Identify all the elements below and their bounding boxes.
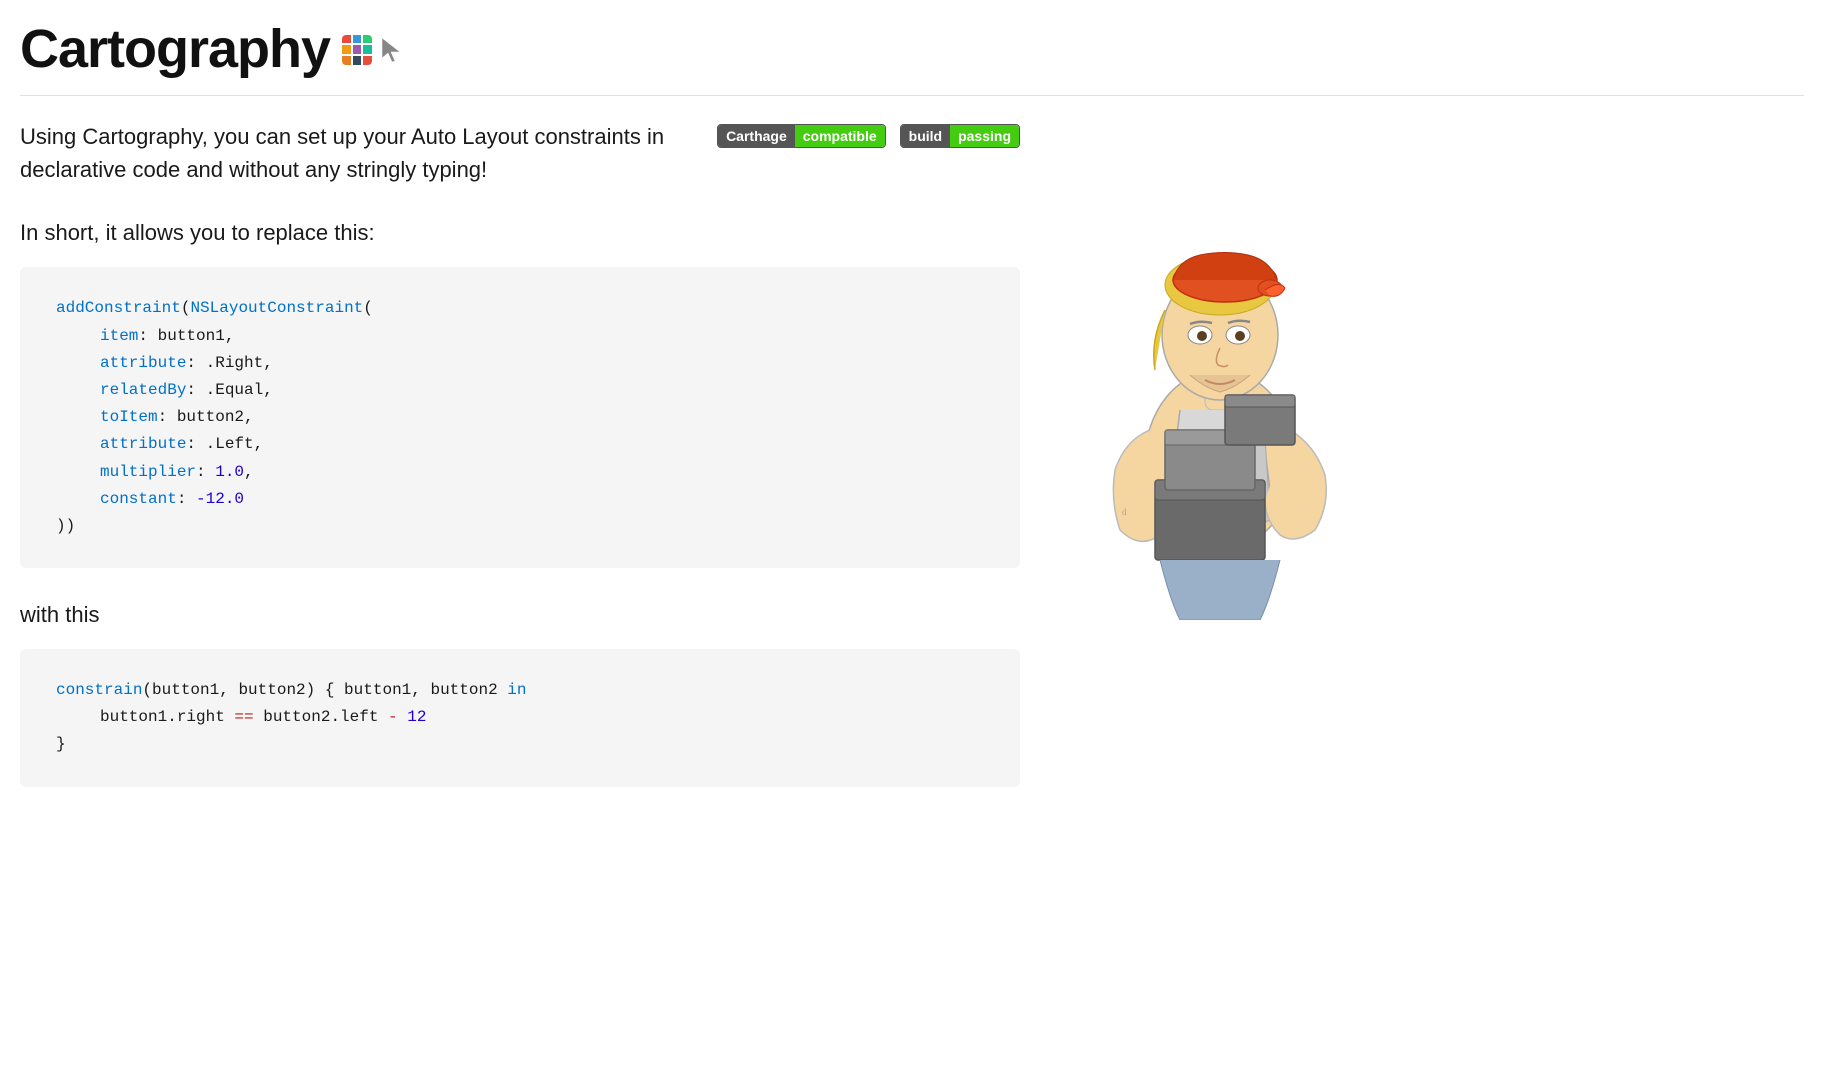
code-line: button1.right == button2.left - 12 [56,704,984,731]
svg-text:d: d [1122,507,1127,517]
code-keyword: toItem [100,408,158,426]
code-text: : button1, [138,327,234,345]
code-number: 1.0 [215,463,244,481]
code-keyword: attribute [100,354,186,372]
code-keyword: item [100,327,138,345]
code-line: constant: -12.0 [56,486,984,513]
code-line: toItem: button2, [56,404,984,431]
page-container: Cartography Usin [0,0,1824,857]
code-text: : [196,463,215,481]
grid-cell [342,35,351,44]
code-text [398,708,408,726]
build-badge: build passing [900,124,1020,148]
code-number: -12.0 [196,490,244,508]
code-text: button1.right [100,708,234,726]
carthage-badge-right: compatible [795,125,885,147]
code-keyword: in [507,681,526,699]
build-badge-right: passing [950,125,1019,147]
carthage-badge-left: Carthage [718,125,795,147]
code-keyword: constant [100,490,177,508]
grid-cell [363,35,372,44]
code-line: addConstraint(NSLayoutConstraint( [56,295,984,322]
character-illustration: d [1070,140,1370,620]
code-block-1: addConstraint(NSLayoutConstraint( item: … [20,267,1020,568]
code-number: 12 [407,708,426,726]
grid-cell [342,56,351,65]
code-text: : [177,490,196,508]
code-text: : button2, [158,408,254,426]
code-text: ( [363,299,373,317]
code-text: : .Equal, [186,381,272,399]
description-row: Using Cartography, you can set up your A… [20,120,1020,186]
code-line: multiplier: 1.0, [56,459,984,486]
code-text: )) [56,517,75,535]
code-text: , [244,463,254,481]
code-operator: == [234,708,253,726]
code-line: relatedBy: .Equal, [56,377,984,404]
code-operator: - [388,708,398,726]
grid-cell [363,56,372,65]
code-keyword: relatedBy [100,381,186,399]
title-icons [342,35,406,65]
code-text: button2.left [254,708,388,726]
replace-intro-text: In short, it allows you to replace this: [20,216,1020,249]
grid-cell [363,45,372,54]
code-line: item: button1, [56,323,984,350]
grid-cell [353,35,362,44]
code-line: } [56,731,984,758]
code-text: } [56,735,66,753]
page-title: Cartography [20,20,330,79]
code-line: attribute: .Right, [56,350,984,377]
code-keyword: multiplier [100,463,196,481]
grid-cell [353,45,362,54]
illustration-area: d [1060,140,1380,620]
code-text: ( [181,299,191,317]
grid-cell [353,56,362,65]
with-this-text: with this [20,598,1020,631]
code-line: )) [56,513,984,540]
content-area: Using Cartography, you can set up your A… [20,120,1020,816]
code-line: constrain(button1, button2) { button1, b… [56,677,984,704]
code-text: : .Right, [186,354,272,372]
grid-cell [342,45,351,54]
build-badge-left: build [901,125,950,147]
main-layout: Using Cartography, you can set up your A… [20,120,1804,816]
carthage-badge: Carthage compatible [717,124,886,148]
code-block-2: constrain(button1, button2) { button1, b… [20,649,1020,787]
description-text: Using Cartography, you can set up your A… [20,120,677,186]
cursor-icon [378,36,406,64]
code-keyword: constrain [56,681,142,699]
app-grid-icon [342,35,372,65]
code-text: (button1, button2) { button1, button2 [142,681,507,699]
code-keyword: addConstraint [56,299,181,317]
header-section: Cartography [20,20,1804,96]
code-text: : .Left, [186,435,263,453]
badges-area: Carthage compatible build passing [717,124,1020,148]
code-line: attribute: .Left, [56,431,984,458]
code-keyword: attribute [100,435,186,453]
code-keyword: NSLayoutConstraint [190,299,363,317]
